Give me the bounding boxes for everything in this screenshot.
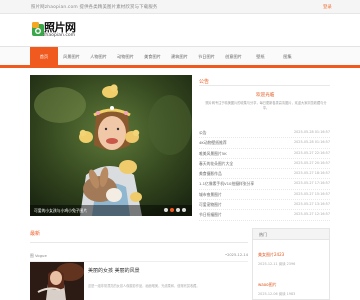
hero-caption-bar: 可爱的小女孩与小鸡小兔子图片 bbox=[30, 205, 192, 216]
news-date: 2025-05-27 22:16:57 bbox=[293, 150, 330, 155]
news-date: 2025-05-28 01:16:57 bbox=[293, 130, 330, 134]
slide-dot[interactable] bbox=[182, 208, 186, 212]
list-item[interactable]: 美女图片2423 2025-12-11 阅读 2396 bbox=[258, 252, 326, 266]
list-item[interactable]: 唯美风景图片5K 2025-05-27 22:16:57 bbox=[199, 149, 330, 159]
news-title[interactable]: 4K动物壁纸推荐 bbox=[199, 140, 227, 146]
list-item[interactable]: 春天的花朵图片大全 2025-05-27 20:16:57 bbox=[199, 159, 330, 170]
hero-caption: 可爱的小女孩与小鸡小兔子图片 bbox=[34, 208, 88, 213]
slide-dot[interactable] bbox=[176, 208, 180, 212]
news-list: 公告 2025-05-28 01:16:57 4K动物壁纸推荐 2025-05-28… bbox=[199, 128, 330, 221]
list-item[interactable]: 美食摄影作品 2025-05-27 18:16:57 bbox=[199, 169, 330, 180]
post-author[interactable]: 图 Vogue bbox=[30, 253, 47, 259]
login-link[interactable]: 登录 bbox=[323, 4, 332, 10]
news-date: 2025-05-27 15:16:57 bbox=[293, 191, 330, 196]
news-date: 2025-05-28 01:16:57 bbox=[293, 140, 330, 145]
nav-item-landscape[interactable]: 风景图片 bbox=[58, 47, 85, 66]
nav-item-creative[interactable]: 创意图片 bbox=[220, 47, 247, 66]
sidebar-header: 热门 bbox=[253, 229, 329, 240]
news-title[interactable]: 可爱宠物图片 bbox=[199, 202, 222, 208]
logo-domain: zhaopian.com bbox=[43, 33, 76, 38]
news-title[interactable]: 春天的花朵图片大全 bbox=[199, 161, 233, 167]
sidebar-entry-meta: 2025-12-11 阅读 2396 bbox=[258, 262, 296, 266]
nav-item-people[interactable]: 人物图片 bbox=[85, 47, 112, 66]
site-slogan: 照片网zhaopian.com 提供各类精美图片素材欣赏与下载服务 bbox=[31, 5, 158, 10]
notice-title: 欢迎光临 bbox=[256, 93, 275, 98]
list-item[interactable]: 可爱宠物图片 2025-05-27 13:16:57 bbox=[199, 200, 330, 211]
nav-item-gallery[interactable]: 图集 bbox=[274, 47, 301, 66]
list-item[interactable]: 公告 2025-05-28 01:16:57 bbox=[199, 128, 330, 139]
site-logo[interactable]: 照片网 zhaopian.com bbox=[31, 19, 91, 43]
divider bbox=[30, 242, 248, 243]
list-item[interactable]: 1.1亿像素手机V10拍摄样张分享 2025-05-27 17:16:57 bbox=[199, 179, 330, 190]
sidebar-entry-title[interactable]: 美女图片2423 bbox=[258, 252, 326, 258]
post-title[interactable]: 美丽的女孩 美丽的风景 bbox=[88, 267, 140, 274]
sidebar-hot: 热门 美女图片2423 2025-12-11 阅读 2396 waoo图片 20… bbox=[252, 228, 330, 300]
news-title[interactable]: 城市夜景图片 bbox=[199, 192, 222, 198]
divider bbox=[199, 85, 330, 86]
news-date: 2025-05-27 12:16:57 bbox=[293, 212, 330, 217]
post-date: •2025-12-14 bbox=[224, 253, 248, 257]
news-title[interactable]: 公告 bbox=[199, 130, 207, 136]
news-date: 2025-05-27 13:16:57 bbox=[293, 202, 330, 207]
news-date: 2025-05-27 17:16:57 bbox=[293, 181, 330, 186]
top-bar: 照片网zhaopian.com 提供各类精美图片素材欣赏与下载服务 登录 bbox=[0, 0, 360, 14]
news-title[interactable]: 美食摄影作品 bbox=[199, 171, 222, 177]
notice-section-title: 公告 bbox=[199, 79, 210, 85]
latest-section-title: 最新 bbox=[30, 231, 41, 237]
list-item[interactable]: 节日祝福图片 2025-05-27 12:16:57 bbox=[199, 210, 330, 221]
nav-item-home[interactable]: 首页 bbox=[30, 47, 58, 66]
slide-dot[interactable] bbox=[164, 208, 168, 212]
news-title[interactable]: 唯美风景图片5K bbox=[199, 151, 227, 157]
news-date: 2025-05-27 20:16:57 bbox=[293, 160, 330, 165]
list-item[interactable]: 城市夜景图片 2025-05-27 15:16:57 bbox=[199, 190, 330, 201]
nav-item-architecture[interactable]: 建筑图片 bbox=[166, 47, 193, 66]
post-meta: 图 Vogue •2025-12-14 bbox=[30, 253, 248, 262]
slide-dots bbox=[162, 208, 186, 213]
nav-item-holiday[interactable]: 节日图片 bbox=[193, 47, 220, 66]
hero-photo bbox=[30, 75, 192, 216]
nav-item-animals[interactable]: 动物图片 bbox=[112, 47, 139, 66]
main-nav: 首页 风景图片 人物图片 动物图片 美食图片 建筑图片 节日图片 创意图片 壁纸… bbox=[0, 46, 360, 68]
post-excerpt: 这是一组非常漂亮的女孩人像摄影作品，画面唯美，光线柔和，值得欣赏收藏。 bbox=[88, 284, 200, 288]
news-date: 2025-05-27 18:16:57 bbox=[293, 171, 330, 176]
hero-slideshow[interactable]: 可爱的小女孩与小鸡小兔子图片 bbox=[30, 75, 192, 216]
list-item[interactable]: waoo图片 2025-12-06 阅读 1983 bbox=[258, 282, 326, 296]
slide-dot-active[interactable] bbox=[170, 208, 174, 212]
list-item[interactable]: 4K动物壁纸推荐 2025-05-28 01:16:57 bbox=[199, 138, 330, 149]
nav-item-wallpaper[interactable]: 壁纸 bbox=[247, 47, 274, 66]
nav-item-food[interactable]: 美食图片 bbox=[139, 47, 166, 66]
post-thumbnail[interactable] bbox=[30, 262, 84, 300]
sidebar-entry-meta: 2025-12-06 阅读 1983 bbox=[258, 292, 296, 296]
news-title[interactable]: 1.1亿像素手机V10拍摄样张分享 bbox=[199, 181, 254, 187]
news-title[interactable]: 节日祝福图片 bbox=[199, 212, 222, 218]
sidebar-entry-title[interactable]: waoo图片 bbox=[258, 282, 326, 288]
notice-text: 照片网专注于精美图片的收集与分享，每日更新各类高清图片，欢迎大家浏览收藏与分享。 bbox=[205, 101, 327, 110]
sidebar-header-label: 热门 bbox=[259, 232, 267, 237]
post-photo bbox=[30, 262, 84, 300]
